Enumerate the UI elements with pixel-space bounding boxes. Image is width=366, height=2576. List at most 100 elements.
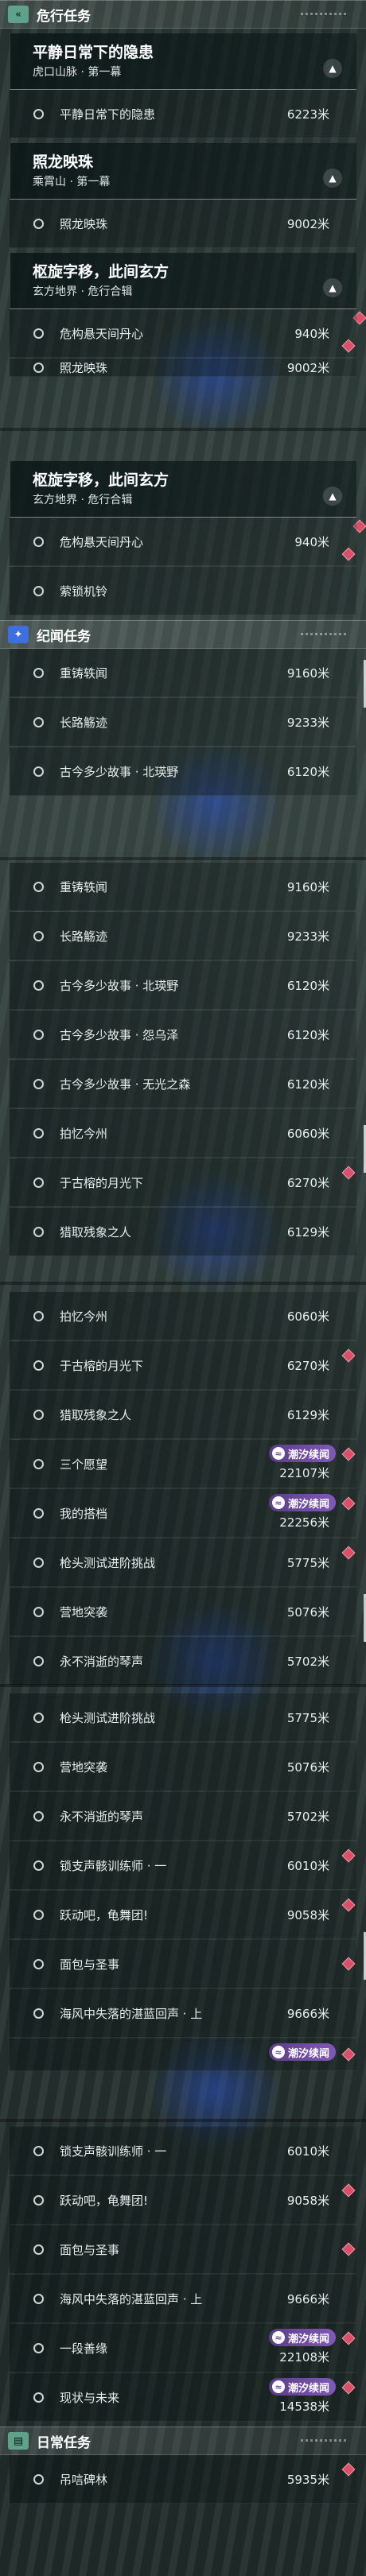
item-name: 重铸轶闻: [60, 665, 108, 681]
diamond-marker-icon: [341, 2462, 356, 2477]
diamond-marker-icon: [341, 1898, 356, 1912]
tag-label: 潮汐续闻: [287, 2047, 329, 2060]
list-item[interactable]: 一段善缘 ≈ 潮汐续闻 22108米: [10, 2324, 356, 2372]
list-item[interactable]: 永不消逝的琴声 5702米: [10, 1792, 356, 1841]
list-item[interactable]: 营地突袭 5076米: [10, 1743, 356, 1791]
list-item[interactable]: 我的搭档 ≈ 潮汐续闻 22256米: [10, 1489, 356, 1538]
list-item[interactable]: 吊唁碑林 5935米: [10, 2455, 356, 2504]
item-name: 锁支声骸训练师 · 一: [60, 1858, 167, 1873]
radio-circle-icon: [33, 716, 44, 727]
list-item[interactable]: 锁支声骸训练师 · 一 6010米: [10, 2127, 356, 2175]
quest-header-zhaolong[interactable]: 照龙映珠 乘霄山 · 第一幕 ▲: [10, 143, 356, 200]
wave-icon: ≈: [271, 2380, 285, 2393]
item-name: 于古榕的月光下: [60, 1358, 144, 1373]
radio-circle-icon: [33, 930, 44, 941]
list-item[interactable]: 萦锁机铃: [10, 567, 356, 615]
chevron-up-icon[interactable]: ▲: [323, 169, 342, 188]
quest-header-shuxuan[interactable]: 枢旋字移，此间玄方 玄方地界 · 危行合辑 ▲: [10, 253, 366, 325]
list-item[interactable]: 照龙映珠 9002米: [10, 359, 356, 377]
list-item[interactable]: 猎取残象之人 6129米: [10, 1391, 356, 1439]
list-item[interactable]: 三个愿望 ≈ 潮汐续闻 22107米: [10, 1440, 356, 1488]
frame-separator: [0, 428, 366, 431]
list-item[interactable]: 危构悬天间丹心 940米: [10, 518, 356, 566]
list-item[interactable]: 古今多少故事 · 北瑛野 6120米: [10, 961, 356, 1010]
chevron-up-icon[interactable]: ▲: [323, 487, 342, 506]
radio-circle-icon: [33, 881, 44, 892]
item-name: 古今多少故事 · 怨乌泽: [60, 1027, 179, 1042]
item-distance: 5935米: [286, 2472, 329, 2487]
list-item[interactable]: 重铸轶闻 9160米: [10, 863, 356, 911]
item-name: 平静日常下的隐患: [60, 107, 156, 122]
quest-title: 枢旋字移，此间玄方: [33, 471, 169, 489]
radio-circle-icon: [33, 2008, 44, 2019]
item-distance: 6120米: [286, 1077, 329, 1092]
list-item[interactable]: 古今多少故事 · 怨乌泽 6120米: [10, 1011, 356, 1059]
item-name: 古今多少故事 · 无光之森: [60, 1077, 191, 1092]
list-item[interactable]: 长路觞迹 9233米: [10, 698, 356, 747]
section-header-danger[interactable]: « 危行任务: [0, 0, 366, 29]
item-distance: 9233米: [286, 929, 329, 944]
quest-panel-frame-4: 拍忆今州 6060米 于古榕的月光下 6270米 猎取残象之人 6129米 三个…: [0, 1292, 366, 1686]
list-item[interactable]: 海风中失落的湛蓝回声 · 上 9666米: [10, 2275, 356, 2323]
list-item[interactable]: 现状与未来 ≈ 潮汐续闻 14538米: [10, 2373, 356, 2422]
list-item[interactable]: 面包与圣事: [10, 2225, 356, 2274]
list-item[interactable]: 跃动吧，龟舞团! 9058米: [10, 2176, 356, 2225]
list-item[interactable]: 营地突袭 5076米: [10, 1588, 356, 1636]
list-item[interactable]: 枪头测试进阶挑战 5775米: [10, 1693, 356, 1742]
list-item[interactable]: 拍忆今州 6060米: [10, 1292, 356, 1340]
radio-circle-icon: [33, 2145, 44, 2156]
item-distance: 9058米: [286, 1907, 329, 1922]
item-name: 萦锁机铃: [60, 584, 108, 599]
list-item[interactable]: 枪头测试进阶挑战 5775米: [10, 1538, 356, 1587]
chevron-up-icon[interactable]: ▲: [323, 59, 342, 78]
list-item[interactable]: 照龙映珠 9002米: [10, 200, 356, 248]
quest-panel-frame-6: 锁支声骸训练师 · 一 6010米 跃动吧，龟舞团! 9058米 面包与圣事 海…: [0, 2127, 366, 2504]
list-item[interactable]: 长路觞迹 9233米: [10, 912, 356, 960]
radio-circle-icon: [33, 1909, 44, 1920]
radio-circle-icon: [33, 1078, 44, 1089]
radio-circle-icon: [33, 1606, 44, 1617]
list-item[interactable]: 永不消逝的琴声 5702米: [10, 1637, 356, 1686]
list-item[interactable]: 跃动吧，龟舞团! 9058米: [10, 1891, 356, 1939]
list-item[interactable]: 面包与圣事: [10, 1940, 356, 1988]
list-item[interactable]: 海风中失落的湛蓝回声 · 上 9666米: [10, 1989, 356, 2038]
diamond-marker-icon: [341, 1496, 356, 1511]
diamond-marker-icon: [341, 1849, 356, 1863]
tide-tag: ≈ 潮汐续闻: [268, 1494, 336, 1511]
header-decoration: [301, 2439, 348, 2442]
diamond-marker-icon: [341, 2380, 356, 2395]
quest-header-shuxuan[interactable]: 枢旋字移，此间玄方 玄方地界 · 危行合辑 ▲: [10, 461, 366, 533]
list-item[interactable]: 危构悬天间丹心 940米: [10, 309, 356, 358]
diamond-marker-icon: [341, 339, 356, 353]
list-item[interactable]: 于古榕的月光下 6270米: [10, 1341, 356, 1390]
tag-label: 潮汐续闻: [287, 1498, 329, 1511]
header-decoration: [301, 13, 348, 15]
list-item[interactable]: ≈ 潮汐续闻: [10, 2039, 356, 2071]
item-name: 古今多少故事 · 北瑛野: [60, 764, 179, 779]
radio-circle-icon: [33, 108, 44, 119]
item-name: 古今多少故事 · 北瑛野: [60, 978, 179, 993]
frame-separator: [0, 857, 366, 860]
item-name: 吊唁碑林: [60, 2472, 108, 2487]
item-name: 现状与未来: [60, 2390, 120, 2405]
list-item[interactable]: 平静日常下的隐患 6223米: [10, 90, 356, 138]
list-item[interactable]: 锁支声骸训练师 · 一 6010米: [10, 1841, 356, 1890]
list-item[interactable]: 古今多少故事 · 无光之森 6120米: [10, 1060, 356, 1108]
section-header-chronicle[interactable]: ✦ 纪闻任务: [0, 620, 366, 649]
chevron-up-icon[interactable]: ▲: [323, 278, 342, 297]
item-distance: 22108米: [279, 2350, 329, 2365]
radio-circle-icon: [33, 362, 44, 373]
item-name: 跃动吧，龟舞团!: [60, 1907, 149, 1922]
list-item[interactable]: 重铸轶闻 9160米: [10, 649, 356, 697]
diamond-marker-icon: [341, 1348, 356, 1363]
diamond-marker-icon: [341, 1546, 356, 1560]
list-item[interactable]: 拍忆今州 6060米: [10, 1109, 356, 1158]
radio-circle-icon: [33, 2244, 44, 2255]
list-item[interactable]: 猎取残象之人 6129米: [10, 1208, 356, 1256]
item-distance: 6060米: [286, 1126, 329, 1141]
item-distance: 6060米: [286, 1309, 329, 1324]
list-item[interactable]: 于古榕的月光下 6270米: [10, 1158, 356, 1207]
quest-header-pingjing[interactable]: 平静日常下的隐患 虎口山脉 · 第一幕 ▲: [10, 33, 356, 90]
section-header-daily[interactable]: ▤ 日常任务: [0, 2427, 366, 2455]
list-item[interactable]: 古今多少故事 · 北瑛野 6120米: [10, 747, 356, 796]
